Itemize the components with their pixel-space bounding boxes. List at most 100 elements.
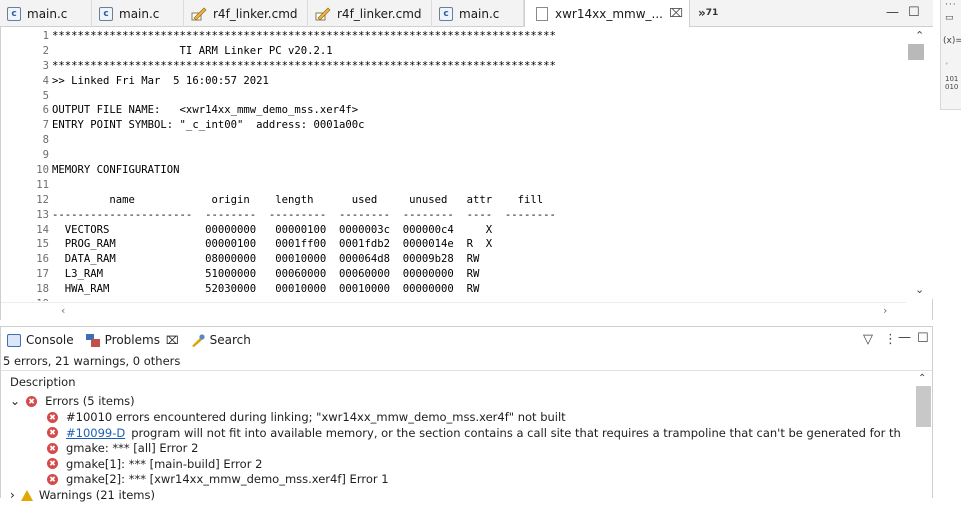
code-line: 11 bbox=[1, 178, 906, 193]
code-line: 10 MEMORY CONFIGURATION bbox=[1, 163, 906, 178]
error-icon: ✖ bbox=[47, 427, 58, 438]
problem-group[interactable]: ⌄ ✖ Errors (5 items) bbox=[10, 393, 135, 409]
problem-item[interactable]: ✖ #10099-D program will not fit into avail… bbox=[47, 425, 901, 441]
problem-description: gmake[2]: *** [xwr14xx_mmw_demo_mss.xer4… bbox=[66, 472, 389, 486]
line-number: 10 bbox=[36, 164, 49, 177]
code-area[interactable]: 1 ***************************************… bbox=[1, 29, 906, 301]
problem-description: program will not fit into available memo… bbox=[131, 425, 901, 440]
panel-tab-console[interactable]: Console bbox=[7, 333, 74, 347]
cmd-file-icon bbox=[315, 7, 331, 21]
editor-tab[interactable]: c main.c bbox=[0, 0, 92, 27]
scroll-up-icon[interactable]: ⌃ bbox=[918, 373, 926, 384]
line-text: L3_RAM 51000000 00060000 00060000 000000… bbox=[52, 268, 480, 281]
panel-tab-bar: Console Problems ⌧ Search bbox=[1, 327, 932, 353]
line-number: 16 bbox=[36, 253, 49, 266]
horizontal-scrollbar[interactable]: ‹ › bbox=[1, 302, 906, 318]
line-text: VECTORS 00000000 00000100 0000003c 00000… bbox=[52, 223, 493, 236]
vertical-scrollbar[interactable]: ⌃ ⌄ bbox=[907, 27, 933, 299]
maximize-icon[interactable]: ☐ bbox=[917, 331, 929, 346]
hidden-tab-count: 71 bbox=[705, 8, 719, 18]
problem-item[interactable]: ✖ gmake[1]: *** [main-build] Error 2 bbox=[47, 456, 262, 472]
panel-tab-problems[interactable]: Problems ⌧ bbox=[85, 333, 179, 347]
problems-table[interactable]: Description ⌄ ✖ Errors (5 items) ✖ #10010 er… bbox=[1, 370, 932, 502]
problem-item[interactable]: ✖ gmake: *** [all] Error 2 bbox=[47, 440, 198, 456]
problems-scrollbar[interactable]: ⌃ bbox=[915, 371, 932, 500]
error-icon: ✖ bbox=[26, 395, 38, 407]
code-line: 4 >> Linked Fri Mar 5 16:00:57 2021 bbox=[1, 74, 906, 89]
minimize-icon[interactable]: — bbox=[898, 330, 911, 345]
variables-icon[interactable]: (x)= bbox=[943, 36, 961, 46]
text-editor[interactable]: 1 ***************************************… bbox=[0, 27, 933, 320]
line-number: 12 bbox=[36, 193, 49, 206]
close-icon[interactable]: ⌧ bbox=[669, 6, 683, 20]
scroll-left-icon[interactable]: ‹ bbox=[61, 304, 65, 317]
editor-tab-label: r4f_linker.cmd bbox=[213, 6, 298, 21]
panel-tab-label: Search bbox=[209, 333, 251, 347]
line-number: 7 bbox=[42, 119, 49, 132]
panel-tab-label: Problems bbox=[104, 333, 160, 347]
editor-tab[interactable]: xwr14xx_mmw_... ⌧ bbox=[524, 0, 690, 28]
document-icon bbox=[536, 7, 548, 21]
chevron-right-icon[interactable]: › bbox=[10, 487, 15, 503]
problem-description: #10010 errors encountered during linking… bbox=[66, 410, 566, 424]
code-line: 1 ***************************************… bbox=[1, 29, 906, 44]
scroll-down-icon[interactable]: ⌄ bbox=[915, 283, 924, 296]
minimize-icon[interactable]: — bbox=[886, 5, 899, 20]
line-text: OUTPUT FILE NAME: <xwr14xx_mmw_demo_mss.… bbox=[52, 104, 359, 117]
maximize-icon[interactable]: ☐ bbox=[908, 5, 920, 20]
code-line: 9 bbox=[1, 148, 906, 163]
error-code-link[interactable]: #10099-D bbox=[66, 425, 125, 441]
editor-tab[interactable]: r4f_linker.cmd bbox=[308, 0, 432, 27]
error-icon: ✖ bbox=[47, 442, 58, 454]
code-line: 17 L3_RAM 51000000 00060000 00060000 000… bbox=[1, 267, 906, 282]
scroll-thumb[interactable] bbox=[908, 44, 924, 60]
line-number: 13 bbox=[36, 208, 49, 221]
code-line: 5 bbox=[1, 89, 906, 104]
line-number: 15 bbox=[36, 238, 49, 251]
line-number: 8 bbox=[42, 134, 49, 147]
scroll-up-icon[interactable]: ⌃ bbox=[915, 29, 924, 42]
editor-tab[interactable]: c main.c bbox=[432, 0, 524, 27]
warning-icon bbox=[20, 489, 33, 501]
code-line: 12 name origin length used unused attr f… bbox=[1, 193, 906, 208]
line-text: HWA_RAM 52030000 00010000 00010000 00000… bbox=[52, 283, 480, 296]
code-line: 16 DATA_RAM 08000000 00010000 000064d8 0… bbox=[1, 252, 906, 267]
scroll-thumb[interactable] bbox=[916, 386, 931, 427]
code-line: 3 ***************************************… bbox=[1, 59, 906, 74]
view-menu-icon[interactable]: ··· bbox=[945, 0, 957, 10]
line-text: ****************************************… bbox=[52, 30, 556, 42]
problem-description: gmake[1]: *** [main-build] Error 2 bbox=[66, 456, 263, 471]
line-number: 9 bbox=[42, 149, 49, 162]
tab-overflow-button[interactable]: » 71 bbox=[690, 0, 718, 26]
error-icon: ✖ bbox=[47, 411, 58, 423]
registers-icon[interactable]: 101 010 bbox=[945, 75, 958, 91]
problems-summary: 5 errors, 21 warnings, 0 others bbox=[3, 354, 181, 368]
panel-tab-search[interactable]: Search bbox=[191, 333, 251, 347]
c-file-icon: c bbox=[439, 6, 453, 21]
editor-tab[interactable]: c main.c bbox=[92, 0, 184, 27]
chevron-down-icon[interactable]: ⌄ bbox=[10, 393, 20, 409]
code-line: 19 bbox=[1, 297, 906, 301]
problem-group-label: Errors (5 items) bbox=[45, 394, 135, 408]
scroll-right-icon[interactable]: › bbox=[883, 304, 887, 317]
code-line: 13 ---------------------- -------- ------… bbox=[1, 208, 906, 223]
problem-group[interactable]: › Warnings (21 items) bbox=[10, 487, 155, 503]
problem-item[interactable]: ✖ #10010 errors encountered during linkin… bbox=[47, 409, 566, 425]
minimize-icon[interactable]: ▭ bbox=[945, 13, 954, 23]
line-text: MEMORY CONFIGURATION bbox=[52, 164, 180, 177]
editor-tab-label: xwr14xx_mmw_... bbox=[555, 7, 663, 21]
code-line: 7 ENTRY POINT SYMBOL: "_c_int00" address:… bbox=[1, 118, 906, 133]
error-icon: ✖ bbox=[47, 458, 58, 469]
line-number: 19 bbox=[1, 297, 52, 301]
view-menu-icon[interactable]: ⋮ bbox=[884, 332, 897, 347]
line-text: >> Linked Fri Mar 5 16:00:57 2021 bbox=[52, 74, 269, 87]
console-icon bbox=[7, 333, 21, 347]
editor-tab[interactable]: r4f_linker.cmd bbox=[184, 0, 308, 27]
column-header-description[interactable]: Description bbox=[10, 375, 76, 389]
problem-item[interactable]: ✖ gmake[2]: *** [xwr14xx_mmw_demo_mss.xer… bbox=[47, 471, 389, 487]
code-line: 15 PROG_RAM 00000100 0001ff00 0001fdb2 0… bbox=[1, 237, 906, 252]
line-number: 6 bbox=[42, 104, 49, 117]
filter-icon[interactable]: ▽ bbox=[863, 332, 873, 347]
problems-panel: Console Problems ⌧ Search ▽ ⋮ — ☐ 5 errors,… bbox=[0, 326, 933, 502]
close-icon[interactable]: ⌧ bbox=[166, 334, 179, 347]
